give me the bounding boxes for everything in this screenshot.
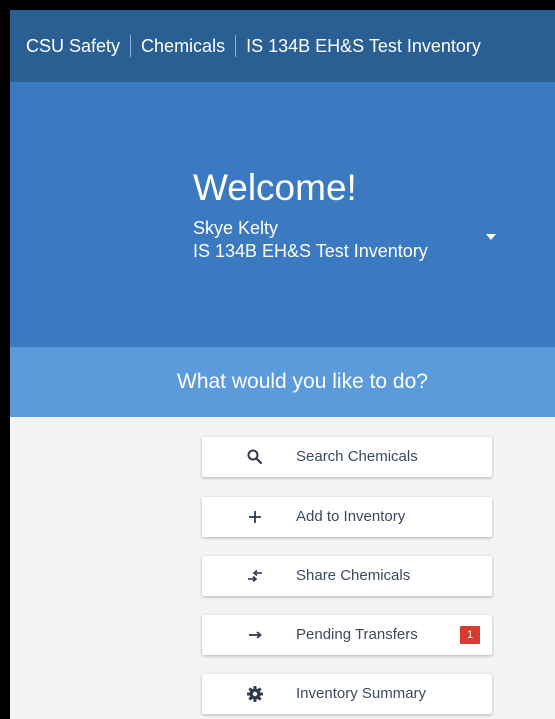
breadcrumb-chemicals[interactable]: Chemicals [141, 36, 225, 57]
welcome-heading: Welcome! [193, 167, 357, 208]
breadcrumb-divider [130, 35, 132, 57]
prompt-bar: What would you like to do? [10, 347, 555, 417]
user-name: Skye Kelty [193, 218, 279, 238]
inventory-name: IS 134B EH&S Test Inventory [193, 241, 428, 261]
gear-icon [246, 685, 264, 703]
search-icon [246, 448, 264, 466]
inventory-summary-button[interactable]: Inventory Summary [202, 674, 492, 714]
plus-icon [246, 508, 264, 526]
welcome-panel: Welcome! Skye Kelty IS 134B EH&S Test In… [10, 82, 555, 347]
share-chemicals-button[interactable]: Share Chemicals [202, 556, 492, 596]
arrow-right-icon [246, 626, 264, 644]
action-label: Share Chemicals [296, 567, 411, 584]
caret-down-icon[interactable] [482, 230, 500, 244]
action-label: Add to Inventory [296, 508, 406, 525]
action-label: Pending Transfers [296, 626, 418, 643]
action-label: Inventory Summary [296, 685, 427, 702]
breadcrumb-inventory[interactable]: IS 134B EH&S Test Inventory [246, 36, 481, 57]
action-label: Search Chemicals [296, 448, 418, 465]
breadcrumb-divider [235, 35, 237, 57]
breadcrumb: CSU Safety Chemicals IS 134B EH&S Test I… [10, 10, 555, 82]
breadcrumb-csu-safety[interactable]: CSU Safety [26, 36, 120, 57]
prompt-text: What would you like to do? [177, 370, 428, 393]
add-to-inventory-button[interactable]: Add to Inventory [202, 497, 492, 537]
transfer-icon [246, 567, 264, 585]
app-frame: CSU Safety Chemicals IS 134B EH&S Test I… [10, 10, 555, 719]
search-chemicals-button[interactable]: Search Chemicals [202, 437, 492, 477]
pending-count-badge: 1 [460, 626, 480, 644]
pending-transfers-button[interactable]: Pending Transfers 1 [202, 615, 492, 655]
